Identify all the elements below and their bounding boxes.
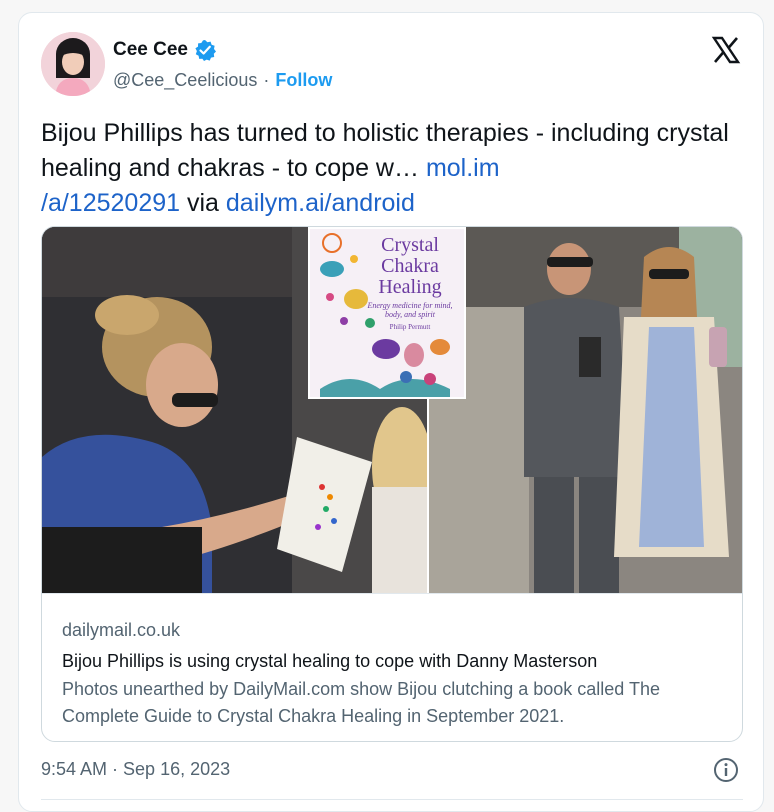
link-preview-card[interactable]: Crystal Chakra Healing Energy medicine f… [41,226,743,742]
link-description: Photos unearthed by DailyMail.com show B… [62,679,660,726]
tweet-body: Bijou Phillips has turned to holistic th… [41,119,729,182]
handle-row: @Cee_Ceelicious · Follow [113,70,332,91]
book-title: Crystal Chakra Healing [378,234,442,298]
book-subtitle: Energy medicine for mind, body, and spir… [367,301,453,319]
x-logo-icon[interactable] [711,35,741,65]
tweet-card: Cee Cee @Cee_Ceelicious · Follow Bijou P… [18,12,764,812]
info-icon[interactable] [713,757,739,783]
book-cover-inset: Crystal Chakra Healing Energy medicine f… [308,227,466,399]
link-title[interactable]: Bijou Phillips is using crystal healing … [62,646,724,676]
preview-photos[interactable]: Crystal Chakra Healing Energy medicine f… [42,227,742,593]
user-name-row[interactable]: Cee Cee [113,39,216,61]
tweet-link-dailymai[interactable]: dailym.ai/android [226,189,415,217]
avatar[interactable] [41,32,105,96]
tweet-text: Bijou Phillips has turned to holistic th… [41,116,741,221]
verified-badge-icon [194,39,216,61]
via-text: via [180,189,226,217]
separator-dot: · [263,70,270,90]
display-name[interactable]: Cee Cee [113,39,188,61]
follow-button[interactable]: Follow [275,70,332,91]
user-handle[interactable]: @Cee_Ceelicious [113,70,257,91]
photo-couple-walking [429,227,742,593]
link-domain[interactable]: dailymail.co.uk [62,618,724,642]
book-author: Philip Permutt [389,323,431,331]
tweet-timestamp[interactable]: 9:54 AM · Sep 16, 2023 [41,759,230,780]
link-info[interactable]: dailymail.co.uk Bijou Phillips is using … [42,593,742,741]
